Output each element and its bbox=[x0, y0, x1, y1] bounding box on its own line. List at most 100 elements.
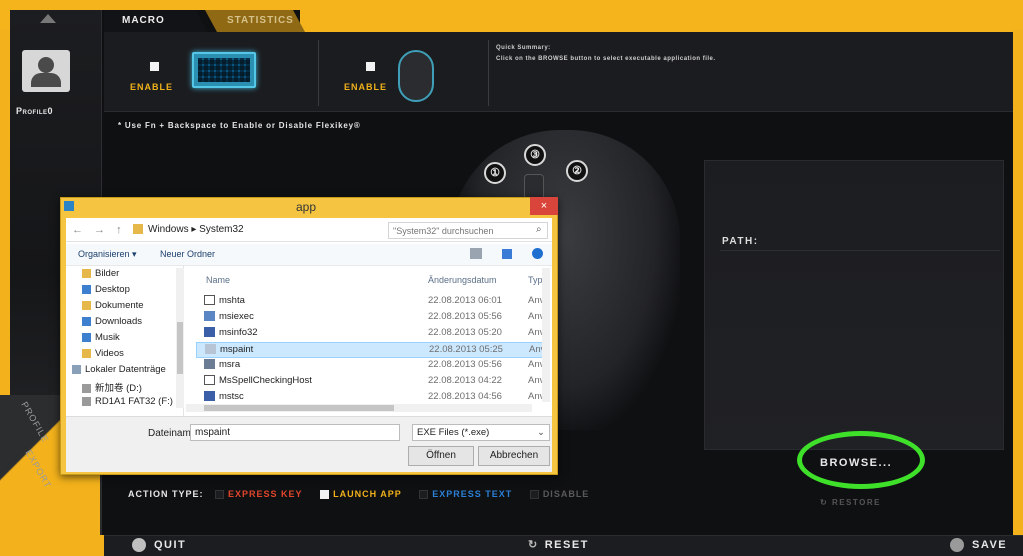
express-text-radio[interactable] bbox=[419, 490, 429, 500]
launch-app-option[interactable]: LAUNCH APP bbox=[333, 489, 402, 499]
filetype-select[interactable]: EXE Files (*.exe) ⌄ bbox=[412, 424, 550, 441]
mouse-button-2-badge[interactable]: ② bbox=[566, 160, 588, 182]
folder-icon bbox=[82, 268, 91, 278]
reset-button[interactable]: ↻ RESET bbox=[528, 538, 589, 552]
nav-item[interactable]: Dokumente bbox=[82, 300, 144, 311]
search-input[interactable] bbox=[388, 222, 548, 239]
drive-icon bbox=[82, 383, 91, 393]
flexikey-hint: * Use Fn + Backspace to Enable or Disabl… bbox=[118, 121, 361, 130]
nav-item-label: Lokaler Datenträge bbox=[85, 364, 166, 375]
file-date: 22.08.2013 05:20 bbox=[428, 327, 502, 338]
file-date: 22.08.2013 05:56 bbox=[428, 311, 502, 322]
disable-option[interactable]: DISABLE bbox=[543, 489, 590, 499]
nav-item[interactable]: Desktop bbox=[82, 284, 130, 295]
express-key-option[interactable]: EXPRESS KEY bbox=[228, 489, 303, 499]
file-name: mshta bbox=[204, 295, 245, 306]
file-row[interactable]: msiexec 22.08.2013 05:56 Anv bbox=[196, 310, 550, 326]
mouse-enable-checkbox[interactable] bbox=[366, 62, 375, 71]
folder-icon bbox=[82, 300, 91, 310]
nav-scrollbar-thumb[interactable] bbox=[177, 322, 183, 374]
open-button[interactable]: Öffnen bbox=[408, 446, 474, 466]
file-name: msra bbox=[204, 359, 240, 370]
mouse-enable-label: ENABLE bbox=[344, 82, 388, 92]
action-type-row: ACTION TYPE: EXPRESS KEY LAUNCH APP EXPR… bbox=[128, 489, 590, 500]
nav-item[interactable]: Musik bbox=[82, 332, 120, 343]
cancel-button[interactable]: Abbrechen bbox=[478, 446, 550, 466]
dialog-close-button[interactable]: × bbox=[530, 197, 558, 215]
express-text-option[interactable]: EXPRESS TEXT bbox=[432, 489, 512, 499]
path-divider bbox=[720, 250, 1000, 251]
breadcrumb[interactable]: Windows ▸ System32 bbox=[148, 224, 244, 235]
column-date[interactable]: Änderungsdatum bbox=[428, 275, 497, 285]
tab-statistics[interactable]: STATISTICS bbox=[205, 10, 305, 32]
new-folder-button[interactable]: Neuer Ordner bbox=[160, 249, 215, 259]
search-icon[interactable]: ⌕ bbox=[536, 224, 542, 235]
disable-radio[interactable] bbox=[529, 490, 539, 500]
mouse-button-3-badge[interactable]: ③ bbox=[524, 144, 546, 166]
help-icon[interactable] bbox=[532, 248, 543, 259]
file-list-hscroll-thumb[interactable] bbox=[204, 405, 394, 411]
nav-item-label: Musik bbox=[95, 332, 120, 343]
filetype-value: EXE Files (*.exe) bbox=[417, 427, 490, 438]
remote-desktop-icon bbox=[204, 391, 215, 402]
avatar-body-icon bbox=[31, 73, 61, 87]
file-row[interactable]: mstsc 22.08.2013 04:56 Anv bbox=[196, 390, 550, 402]
keyboard-enable-checkbox[interactable] bbox=[150, 62, 159, 71]
file-row[interactable]: mshta 22.08.2013 06:01 Anv bbox=[196, 294, 550, 310]
filename-input[interactable] bbox=[190, 424, 400, 441]
view-options-icon[interactable] bbox=[470, 248, 482, 259]
rail-scroll-up-icon[interactable] bbox=[40, 14, 56, 23]
tab-macro[interactable]: MACRO bbox=[104, 10, 208, 32]
nav-item[interactable]: RD1A1 FAT32 (F:) bbox=[82, 396, 173, 407]
mouse-button-1-badge[interactable]: ① bbox=[484, 162, 506, 184]
nav-item[interactable]: Downloads bbox=[82, 316, 142, 327]
downloads-icon bbox=[82, 316, 91, 326]
nav-item-label: Bilder bbox=[95, 268, 120, 279]
summary-title: Quick Summary: bbox=[496, 45, 551, 51]
installer-icon bbox=[204, 311, 215, 322]
organize-menu[interactable]: Organisieren ▾ bbox=[78, 249, 137, 260]
quit-button[interactable]: QUIT bbox=[132, 538, 186, 552]
preview-pane-icon[interactable] bbox=[502, 249, 512, 259]
file-row[interactable]: MsSpellCheckingHost 22.08.2013 04:22 Anv bbox=[196, 374, 550, 390]
file-date: 22.08.2013 06:01 bbox=[428, 295, 502, 306]
nav-item-label: Desktop bbox=[95, 284, 130, 295]
column-name[interactable]: Name bbox=[206, 275, 230, 285]
path-panel bbox=[704, 160, 1004, 450]
file-name: msinfo32 bbox=[204, 327, 258, 338]
restore-label: RESTORE bbox=[831, 498, 881, 507]
drive-icon bbox=[72, 364, 81, 374]
file-name: mstsc bbox=[204, 391, 244, 402]
save-button[interactable]: SAVE bbox=[950, 538, 1007, 552]
window-icon bbox=[204, 295, 215, 306]
power-icon bbox=[132, 538, 146, 552]
nav-item[interactable]: Bilder bbox=[82, 268, 119, 279]
column-type[interactable]: Typ bbox=[528, 275, 543, 285]
nav-item-label: Videos bbox=[95, 348, 124, 359]
nav-arrows[interactable]: ← → ↑ bbox=[72, 224, 126, 236]
file-name: msiexec bbox=[204, 311, 254, 322]
desktop-icon bbox=[82, 284, 91, 294]
nav-item[interactable]: 新加卷 (D:) bbox=[82, 380, 142, 394]
music-icon bbox=[82, 332, 91, 342]
file-row[interactable]: msinfo32 22.08.2013 05:20 Anv bbox=[196, 326, 550, 342]
bottom-rail bbox=[0, 535, 104, 556]
file-list-scrollbar[interactable] bbox=[542, 268, 550, 402]
file-date: 22.08.2013 05:25 bbox=[429, 344, 503, 355]
file-row-selected[interactable]: mspaint 22.08.2013 05:25 Anv bbox=[196, 342, 550, 358]
path-label: PATH: bbox=[722, 236, 759, 247]
file-date: 22.08.2013 05:56 bbox=[428, 359, 502, 370]
nav-item[interactable]: Videos bbox=[82, 348, 124, 359]
browse-button[interactable]: BROWSE... bbox=[820, 457, 892, 469]
avatar-head-icon bbox=[38, 57, 54, 73]
keyboard-enable-label: ENABLE bbox=[130, 82, 174, 92]
file-row[interactable]: msra 22.08.2013 05:56 Anv bbox=[196, 358, 550, 374]
express-key-radio[interactable] bbox=[215, 490, 225, 500]
launch-app-radio[interactable] bbox=[320, 490, 330, 500]
paint-icon bbox=[205, 344, 216, 355]
nav-item[interactable]: Lokaler Datenträge bbox=[72, 364, 166, 375]
summary-text: Click on the BROWSE button to select exe… bbox=[496, 56, 716, 62]
sysinfo-icon bbox=[204, 327, 215, 338]
window-icon bbox=[204, 375, 215, 386]
mouse-icon[interactable] bbox=[398, 50, 434, 102]
